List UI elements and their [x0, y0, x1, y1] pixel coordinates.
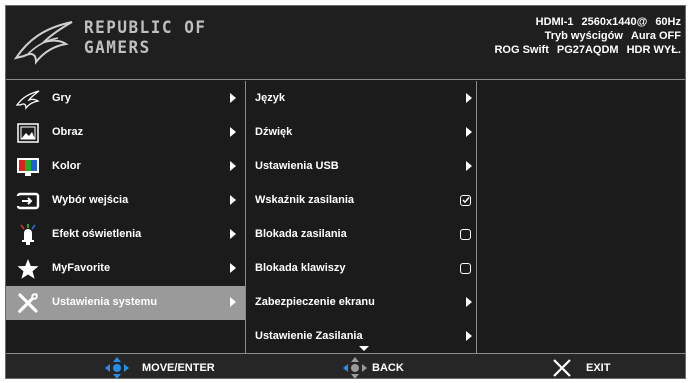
chevron-right-icon: [230, 229, 236, 239]
rog-logo-icon: [14, 21, 73, 65]
status-row-2: Tryb wyścigów Aura OFF: [486, 29, 681, 43]
submenu-item-label: Ustawienia USB: [255, 160, 339, 172]
submenu-item-blokada-zasilania[interactable]: Blokada zasilania: [247, 218, 476, 252]
submenu-item-label: Ustawienie Zasilania: [255, 330, 363, 342]
menu-item-label: Ustawienia systemu: [52, 296, 158, 308]
brand-line-1: REPUBLIC OF: [84, 17, 207, 38]
chevron-right-icon: [466, 297, 472, 307]
chevron-right-icon: [466, 127, 472, 137]
chevron-right-icon: [230, 161, 236, 171]
status-refresh: 60Hz: [655, 16, 681, 28]
color-bars-icon: [17, 158, 39, 176]
chevron-right-icon: [230, 195, 236, 205]
menu-item-label: Wybór wejścia: [52, 194, 129, 206]
chevron-right-icon: [230, 127, 236, 137]
chevron-right-icon: [466, 93, 472, 103]
submenu-item-label: Dźwięk: [255, 126, 293, 138]
menu-item-myfavorite[interactable]: MyFavorite: [6, 252, 245, 286]
menu-item-wybor-wejscia[interactable]: Wybór wejścia: [6, 184, 245, 218]
status-row-3: ROG Swift PG27AQDM HDR WYŁ.: [486, 43, 681, 57]
input-icon: [16, 192, 40, 210]
menu-item-label: MyFavorite: [52, 262, 111, 274]
status-series: ROG Swift: [494, 44, 549, 56]
status-model: PG27AQDM: [556, 44, 619, 56]
submenu-item-label: Blokada klawiszy: [255, 262, 346, 274]
chevron-right-icon: [230, 297, 236, 307]
menu-item-efekt-oswietlenia[interactable]: Efekt oświetlenia: [6, 218, 245, 252]
submenu-item-label: Język: [255, 92, 285, 104]
chevron-right-icon: [466, 161, 472, 171]
menu-item-ustawienia-systemu[interactable]: Ustawienia systemu: [6, 286, 245, 320]
status-panel: HDMI-1 2560x1440@ 60Hz Tryb wyścigów Aura O…: [486, 15, 681, 57]
brand-wordmark: REPUBLIC OF GAMERS: [84, 18, 284, 64]
status-game-mode: Tryb wyścigów: [544, 30, 623, 42]
status-aura: Aura OFF: [630, 30, 681, 42]
menu-item-label: Efekt oświetlenia: [52, 228, 142, 240]
back-label: BACK: [372, 362, 404, 374]
submenu: Język Dźwięk Ustawienia USB Wskaźnik zas…: [247, 81, 477, 353]
checkbox-checked[interactable]: [460, 195, 471, 206]
lighting-icon: [20, 224, 36, 245]
wrench-screwdriver-icon: [17, 293, 38, 314]
status-resolution: 2560x1440@: [581, 16, 648, 28]
osd-footer: MOVE/ENTER BACK EXIT: [6, 353, 685, 378]
checkbox-unchecked[interactable]: [460, 263, 471, 274]
osd-menu: REPUBLIC OF GAMERS HDMI-1 2560x1440@ 60Hz …: [5, 5, 686, 379]
osd-header: REPUBLIC OF GAMERS HDMI-1 2560x1440@ 60Hz …: [6, 6, 685, 80]
status-row-1: HDMI-1 2560x1440@ 60Hz: [486, 15, 681, 29]
menu-item-label: Gry: [52, 92, 71, 104]
rog-claw-icon: [16, 90, 40, 110]
close-icon: [553, 359, 571, 377]
menu-item-label: Obraz: [52, 126, 84, 138]
checkbox-unchecked[interactable]: [460, 229, 471, 240]
status-hdr: HDR WYŁ.: [626, 44, 681, 56]
exit-hint[interactable]: EXIT: [552, 357, 611, 378]
menu-item-obraz[interactable]: Obraz: [6, 116, 245, 150]
joystick-4way-icon: [105, 357, 129, 378]
joystick-left-icon: [343, 357, 367, 378]
main-menu: Gry Obraz Kolor Wybór wejścia Efekt oświ…: [6, 81, 246, 353]
star-icon: [17, 259, 39, 279]
detail-panel: [478, 81, 685, 353]
submenu-item-zabezpieczenie-ekranu[interactable]: Zabezpieczenie ekranu: [247, 286, 476, 320]
submenu-item-label: Zabezpieczenie ekranu: [255, 296, 375, 308]
back-hint[interactable]: BACK: [340, 357, 404, 378]
submenu-item-dzwiek[interactable]: Dźwięk: [247, 116, 476, 150]
submenu-item-blokada-klawiszy[interactable]: Blokada klawiszy: [247, 252, 476, 286]
move-enter-hint[interactable]: MOVE/ENTER: [102, 357, 215, 378]
submenu-item-ustawienia-usb[interactable]: Ustawienia USB: [247, 150, 476, 184]
checkmark-icon: [462, 197, 470, 204]
menu-item-gry[interactable]: Gry: [6, 82, 245, 116]
image-icon: [17, 123, 39, 143]
submenu-item-label: Wskaźnik zasilania: [255, 194, 355, 206]
menu-item-label: Kolor: [52, 160, 81, 172]
menu-item-kolor[interactable]: Kolor: [6, 150, 245, 184]
brand-line-2: GAMERS: [84, 37, 151, 58]
status-input: HDMI-1: [535, 16, 574, 28]
submenu-item-wskaznik-zasilania[interactable]: Wskaźnik zasilania: [247, 184, 476, 218]
chevron-right-icon: [466, 331, 472, 341]
scroll-down-icon[interactable]: [359, 346, 369, 351]
submenu-item-label: Blokada zasilania: [255, 228, 347, 240]
chevron-right-icon: [230, 263, 236, 273]
chevron-right-icon: [230, 93, 236, 103]
exit-label: EXIT: [586, 362, 611, 374]
move-enter-label: MOVE/ENTER: [142, 362, 215, 374]
submenu-item-jezyk[interactable]: Język: [247, 82, 476, 116]
